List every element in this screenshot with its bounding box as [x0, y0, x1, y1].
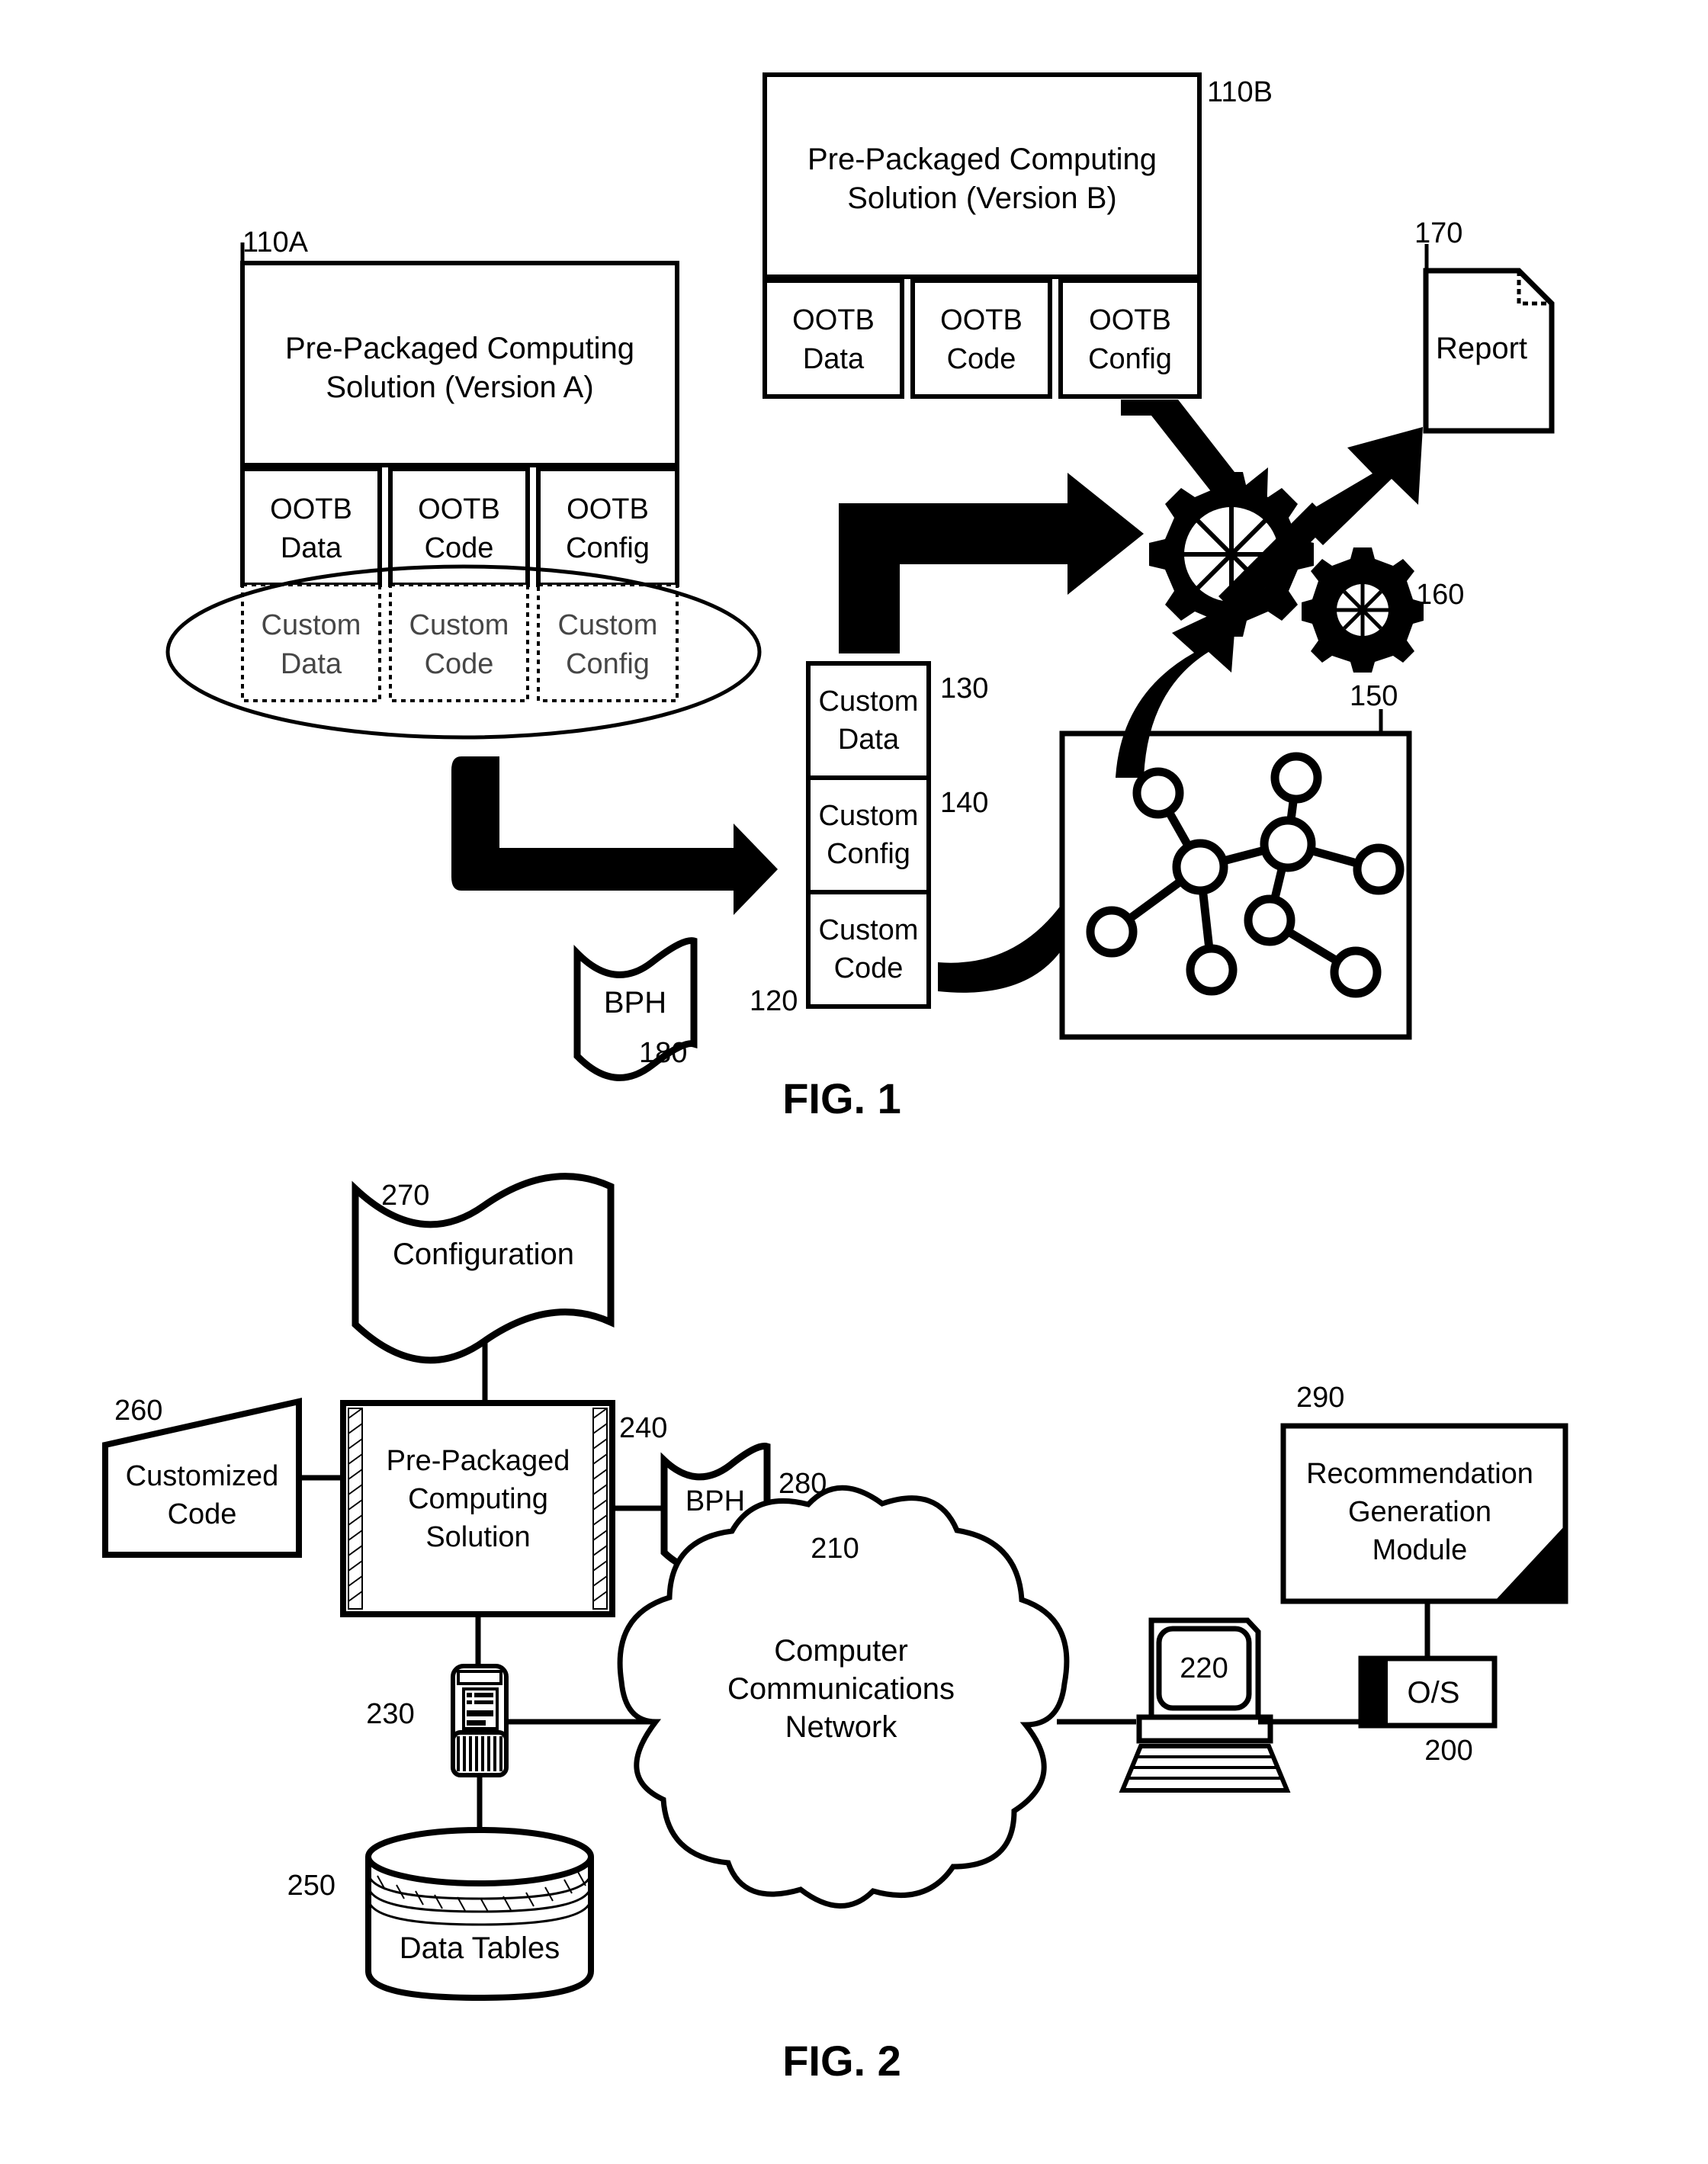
solution-a-custom-0-line2: Data [281, 648, 342, 680]
ref-250: 250 [287, 1870, 336, 1902]
solution-240-line3: Solution [425, 1521, 530, 1553]
ref-150: 150 [1350, 680, 1398, 712]
recommendation-line1: Recommendation [1306, 1458, 1533, 1490]
bph-label-280: BPH [685, 1485, 745, 1517]
db-cylinder-top [365, 1827, 594, 1886]
cloud-line1: Computer [774, 1634, 908, 1668]
solution-a-custom-1-line1: Custom [409, 609, 509, 641]
solution-b-ootb-box-2 [1058, 278, 1202, 399]
ref-200: 200 [1424, 1735, 1472, 1767]
solution-a-ootb-1-line2: Code [425, 532, 494, 564]
ref-210: 210 [811, 1533, 859, 1565]
solution-b-ootb-0-line1: OOTB [792, 304, 875, 336]
ref-270: 270 [381, 1180, 429, 1212]
solution-a-title-line1: Pre-Packaged Computing [285, 332, 634, 365]
solution-b-ootb-0-line2: Data [803, 343, 865, 375]
solution-a-custom-2-line1: Custom [558, 609, 658, 641]
solution-a-custom-2-line2: Config [566, 648, 650, 680]
ref-170: 170 [1414, 217, 1462, 249]
drawing-canvas: 110B Pre-Packaged Computing Solution (Ve… [0, 0, 1708, 2164]
customized-code-line2: Code [168, 1498, 237, 1530]
solution-a-ootb-1-line1: OOTB [418, 493, 500, 525]
solution-b-ootb-1-line1: OOTB [940, 304, 1023, 336]
customized-code-line1: Customized [126, 1460, 279, 1492]
ref-120: 120 [750, 985, 798, 1017]
ref-230: 230 [366, 1698, 414, 1730]
solution-b-ootb-box-0 [762, 278, 904, 399]
patent-drawing-sheet: 110B Pre-Packaged Computing Solution (Ve… [0, 0, 1708, 2164]
solution-a-ootb-box-0 [240, 467, 382, 587]
solution-a-ootb-0-line2: Data [281, 532, 342, 564]
ref-180: 180 [639, 1037, 687, 1069]
custom-config-line2: Config [827, 838, 910, 870]
solution-a-custom-box-2 [537, 583, 679, 702]
custom-code-line2: Code [834, 952, 904, 984]
network-graph-150-group: 150 [1059, 680, 1412, 1040]
custom-config-line1: Custom [819, 800, 919, 832]
client-ref-label: 220 [1180, 1652, 1228, 1684]
cloud-line3: Network [785, 1710, 898, 1744]
ref-110b: 110B [1207, 76, 1273, 108]
custom-code-box-120 [806, 890, 931, 1009]
solution-a-ootb-2-line2: Config [566, 532, 650, 564]
solution-a-custom-1-line2: Code [425, 648, 494, 680]
configuration-label: Configuration [393, 1238, 574, 1271]
solution-a-custom-box-1 [389, 583, 529, 702]
custom-data-line1: Custom [819, 685, 919, 718]
solution-b-title-line2: Solution (Version B) [847, 181, 1117, 215]
solution-a-custom-0-line1: Custom [262, 609, 361, 641]
server-top-slot [457, 1670, 502, 1685]
solution-b-title-line1: Pre-Packaged Computing [807, 143, 1157, 176]
solution-b-ootb-2-line1: OOTB [1089, 304, 1171, 336]
recommendation-line2: Generation [1348, 1496, 1491, 1528]
solution-a-ootb-box-2 [536, 467, 679, 587]
custom-data-line2: Data [838, 724, 900, 756]
custom-code-line1: Custom [819, 914, 919, 946]
bph-label-180: BPH [604, 986, 666, 1019]
custom-data-box-130 [806, 661, 931, 780]
solution-a-title-line2: Solution (Version A) [326, 371, 593, 404]
solution-a-custom-box-0 [241, 583, 381, 702]
solution-240-line2: Computing [408, 1483, 548, 1515]
monitor-base [1136, 1714, 1273, 1744]
ref-160: 160 [1416, 579, 1464, 611]
os-box-connector-tab [1361, 1658, 1388, 1726]
gear-small-icon [1302, 547, 1424, 673]
ref-130: 130 [940, 673, 988, 705]
solution-b-ootb-box-1 [910, 278, 1052, 399]
solution-b-ootb-2-line2: Config [1088, 343, 1172, 375]
custom-config-box-140 [806, 775, 931, 894]
report-label: Report [1436, 332, 1527, 365]
figure-2-caption: FIG. 2 [782, 2037, 901, 2085]
ref-260: 260 [114, 1395, 162, 1427]
solution-240-line1: Pre-Packaged [387, 1445, 570, 1477]
data-tables-label: Data Tables [400, 1931, 560, 1965]
ref-290: 290 [1296, 1382, 1344, 1414]
ref-240: 240 [619, 1412, 667, 1444]
ref-140: 140 [940, 787, 988, 819]
server-vents [451, 1730, 509, 1777]
solution-a-ootb-2-line1: OOTB [567, 493, 649, 525]
ref-110a: 110A [242, 226, 309, 258]
solution-a-group: 110A Pre-Packaged Computing Solution (Ve… [165, 226, 762, 740]
os-label: O/S [1408, 1676, 1460, 1710]
recommendation-line3: Module [1372, 1534, 1468, 1566]
solution-a-ootb-0-line1: OOTB [270, 493, 352, 525]
cloud-line2: Communications [727, 1672, 955, 1706]
solution-b-group: 110B Pre-Packaged Computing Solution (Ve… [762, 72, 1273, 399]
solution-b-ootb-1-line2: Code [947, 343, 1016, 375]
figure-1-caption: FIG. 1 [782, 1074, 901, 1122]
